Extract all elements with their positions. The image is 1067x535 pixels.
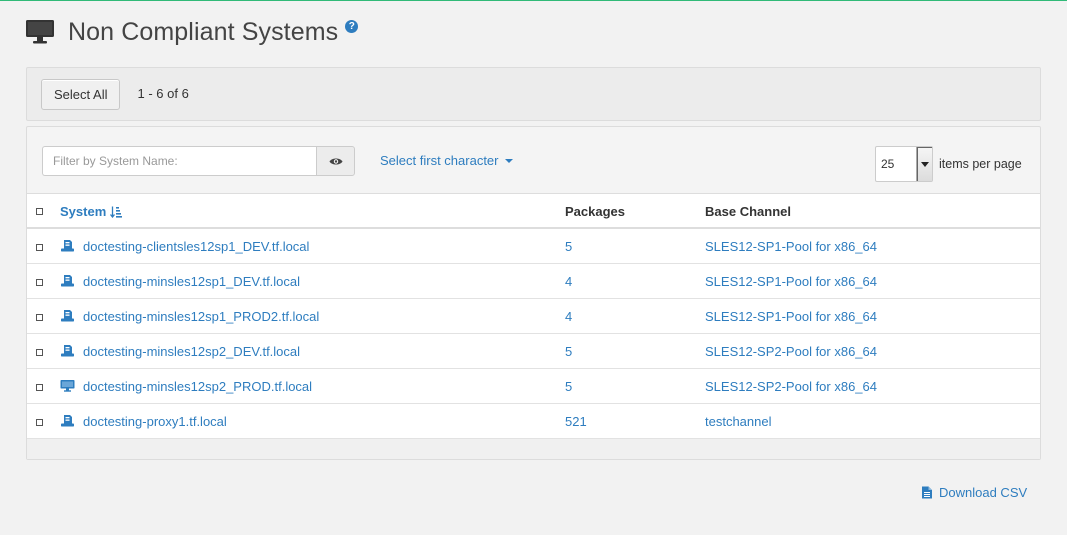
- row-checkbox[interactable]: [36, 279, 43, 286]
- selection-toolbar: Select All 1 - 6 of 6: [26, 67, 1041, 121]
- system-name: doctesting-minsles12sp1_DEV.tf.local: [83, 274, 301, 289]
- row-checkbox[interactable]: [36, 244, 43, 251]
- monitor-icon: [26, 20, 54, 44]
- system-name: doctesting-proxy1.tf.local: [83, 414, 227, 429]
- server-icon: [61, 345, 74, 357]
- download-csv-label: Download CSV: [939, 485, 1028, 500]
- system-column-label: System: [60, 204, 107, 219]
- per-page-label: items per page: [939, 157, 1022, 171]
- table-row: doctesting-minsles12sp2_PROD.tf.local 5 …: [27, 369, 1040, 404]
- base-channel-link[interactable]: SLES12-SP2-Pool for x86_64: [705, 379, 877, 394]
- result-range: 1 - 6 of 6: [137, 85, 189, 101]
- server-icon: [61, 415, 74, 427]
- first-character-dropdown[interactable]: Select first character: [380, 153, 513, 168]
- systems-panel: Select first character 25 items per page…: [26, 126, 1041, 460]
- help-icon[interactable]: ?: [345, 19, 359, 33]
- system-column-header[interactable]: System: [60, 204, 123, 219]
- filter-row: Select first character 25 items per page: [27, 127, 1040, 193]
- base-channel-link[interactable]: SLES12-SP1-Pool for x86_64: [705, 239, 877, 254]
- caret-down-icon: [504, 158, 513, 163]
- system-name-filter-input[interactable]: [42, 146, 316, 176]
- system-name: doctesting-minsles12sp2_PROD.tf.local: [83, 379, 313, 394]
- table-row: doctesting-minsles12sp1_PROD2.tf.local 4…: [27, 299, 1040, 334]
- packages-column-header: Packages: [565, 204, 625, 219]
- table-footer: [27, 439, 1040, 459]
- system-name: doctesting-minsles12sp1_PROD2.tf.local: [83, 309, 320, 324]
- table-row: doctesting-minsles12sp2_DEV.tf.local 5 S…: [27, 334, 1040, 369]
- table-row: doctesting-proxy1.tf.local 521 testchann…: [27, 404, 1040, 439]
- sort-ascending-icon: [110, 206, 123, 218]
- system-link[interactable]: doctesting-minsles12sp2_DEV.tf.local: [60, 344, 300, 359]
- page-title: Non Compliant Systems: [68, 17, 339, 46]
- csv-file-icon: [922, 486, 932, 499]
- system-name: doctesting-clientsles12sp1_DEV.tf.local: [83, 239, 310, 254]
- page-header: Non Compliant Systems ?: [25, 17, 359, 47]
- packages-link[interactable]: 521: [565, 414, 587, 429]
- page-size-select[interactable]: 25: [875, 146, 933, 182]
- row-checkbox[interactable]: [36, 419, 43, 426]
- first-character-label: Select first character: [380, 153, 499, 168]
- system-name: doctesting-minsles12sp2_DEV.tf.local: [83, 344, 301, 359]
- packages-link[interactable]: 5: [565, 379, 572, 394]
- system-link[interactable]: doctesting-proxy1.tf.local: [60, 414, 227, 429]
- row-checkbox[interactable]: [36, 349, 43, 356]
- packages-link[interactable]: 5: [565, 239, 572, 254]
- table-row: doctesting-clientsles12sp1_DEV.tf.local …: [27, 229, 1040, 264]
- system-link[interactable]: doctesting-clientsles12sp1_DEV.tf.local: [60, 239, 309, 254]
- base-channel-link[interactable]: SLES12-SP1-Pool for x86_64: [705, 274, 877, 289]
- table-row: doctesting-minsles12sp1_DEV.tf.local 4 S…: [27, 264, 1040, 299]
- system-link[interactable]: doctesting-minsles12sp2_PROD.tf.local: [60, 379, 312, 394]
- server-icon: [61, 275, 74, 287]
- dropdown-arrow-icon[interactable]: [916, 147, 932, 181]
- packages-link[interactable]: 4: [565, 309, 572, 324]
- base-channel-column-header: Base Channel: [705, 204, 791, 219]
- select-all-button[interactable]: Select All: [41, 78, 121, 110]
- download-csv-link[interactable]: Download CSV: [921, 485, 1027, 500]
- base-channel-link[interactable]: SLES12-SP1-Pool for x86_64: [705, 309, 877, 324]
- packages-link[interactable]: 4: [565, 274, 572, 289]
- server-icon: [61, 310, 74, 322]
- row-checkbox[interactable]: [36, 314, 43, 321]
- select-all-checkbox[interactable]: [36, 208, 43, 215]
- filter-apply-button[interactable]: [316, 146, 355, 176]
- row-checkbox[interactable]: [36, 384, 43, 391]
- base-channel-link[interactable]: SLES12-SP2-Pool for x86_64: [705, 344, 877, 359]
- system-link[interactable]: doctesting-minsles12sp1_DEV.tf.local: [60, 274, 300, 289]
- systems-table: System Packages Base Channel doctesting-…: [27, 193, 1040, 459]
- page-size-value: 25: [881, 157, 895, 171]
- packages-link[interactable]: 5: [565, 344, 572, 359]
- table-header: System Packages Base Channel: [27, 193, 1040, 229]
- system-link[interactable]: doctesting-minsles12sp1_PROD2.tf.local: [60, 309, 319, 324]
- server-icon: [61, 240, 74, 252]
- desktop-icon: [60, 380, 75, 392]
- eye-icon: [329, 158, 342, 164]
- base-channel-link[interactable]: testchannel: [705, 414, 772, 429]
